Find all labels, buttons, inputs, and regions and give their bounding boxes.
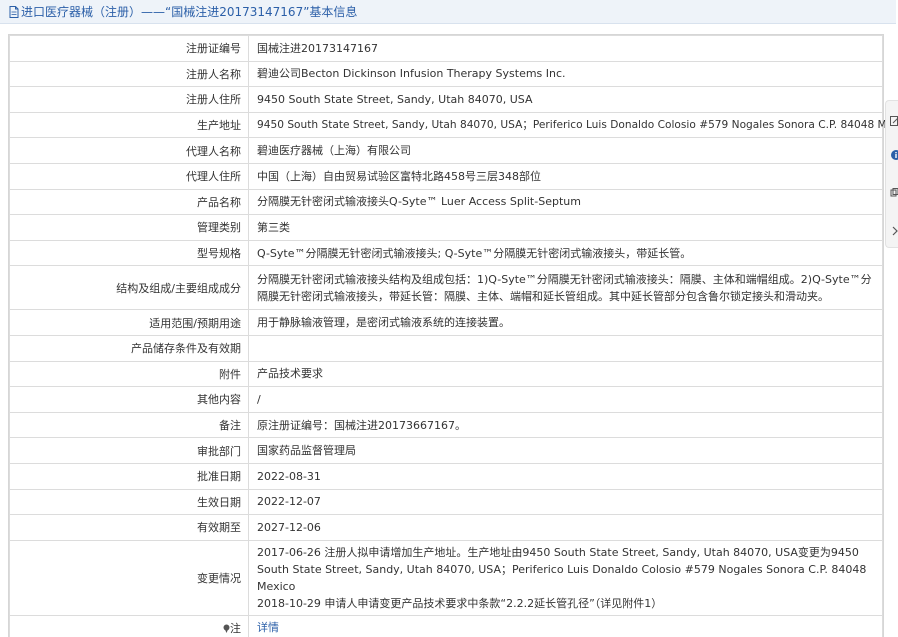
table-row: 变更情况 2017-06-26 注册人拟申请增加生产地址。生产地址由9450 S… (9, 539, 883, 616)
row-value: 2022-08-31 (248, 462, 883, 490)
row-label: 适用范围/预期用途 (9, 309, 249, 336)
detail-panel: 注册证编号 国械注进20173147167 注册人名称 碧迪公司Becton D… (8, 34, 898, 637)
row-label: 注 (9, 614, 249, 637)
document-icon (9, 5, 19, 18)
table-row: 注册人住所 9450 South State Street, Sandy, Ut… (9, 86, 883, 113)
row-label: 备注 (9, 411, 249, 439)
row-value: 分隔膜无针密闭式输液接头结构及组成包括：1)Q-Syte™分隔膜无针密闭式输液接… (248, 265, 883, 311)
table-row: 备注 原注册证编号：国械注进20173667167。 (9, 411, 883, 439)
row-label: 型号规格 (9, 239, 249, 267)
row-label: 产品名称 (9, 188, 249, 216)
row-value: 国家药品监督管理局 (248, 437, 883, 464)
table-row: 生产地址 9450 South State Street, Sandy, Uta… (9, 111, 898, 139)
table-row: 结构及组成/主要组成成分 分隔膜无针密闭式输液接头结构及组成包括：1)Q-Syt… (9, 265, 883, 311)
row-label: 代理人名称 (9, 137, 249, 164)
row-value: Q-Syte™分隔膜无针密闭式输液接头; Q-Syte™分隔膜无针密闭式输液接头… (248, 239, 883, 267)
note-label: 注 (230, 621, 241, 635)
row-label: 其他内容 (9, 386, 249, 413)
row-value: 用于静脉输液管理，是密闭式输液系统的连接装置。 (248, 309, 883, 336)
table-row: 产品储存条件及有效期 (9, 334, 883, 362)
row-value: 国械注进20173147167 (248, 35, 883, 62)
table-row: 其他内容 / (9, 386, 883, 413)
table-row: 审批部门 国家药品监督管理局 (9, 437, 883, 464)
row-label: 注册人住所 (9, 86, 249, 113)
row-value: 原注册证编号：国械注进20173667167。 (248, 411, 883, 439)
row-value: / (248, 386, 883, 413)
pin-icon (223, 624, 230, 633)
row-value: 9450 South State Street, Sandy, Utah 840… (248, 111, 898, 139)
row-label: 代理人住所 (9, 162, 249, 190)
row-label: 产品储存条件及有效期 (9, 334, 249, 362)
row-label: 注册证编号 (9, 35, 249, 62)
row-value: 碧迪医疗器械（上海）有限公司 (248, 137, 883, 164)
table-row: 型号规格 Q-Syte™分隔膜无针密闭式输液接头; Q-Syte™分隔膜无针密闭… (9, 239, 883, 267)
row-value (248, 334, 883, 362)
table-row: 适用范围/预期用途 用于静脉输液管理，是密闭式输液系统的连接装置。 (9, 309, 883, 336)
row-value: 分隔膜无针密闭式输液接头Q-Syte™ Luer Access Split-Se… (248, 188, 883, 216)
row-value: 碧迪公司Becton Dickinson Infusion Therapy Sy… (248, 60, 883, 88)
row-label: 结构及组成/主要组成成分 (9, 265, 249, 311)
row-label: 变更情况 (9, 539, 249, 616)
table-row: 代理人住所 中国（上海）自由贸易试验区富特北路458号三层348部位 (9, 162, 883, 190)
detail-table: 注册证编号 国械注进20173147167 注册人名称 碧迪公司Becton D… (9, 35, 898, 637)
row-label: 批准日期 (9, 462, 249, 490)
table-row: 管理类别 第三类 (9, 214, 883, 241)
table-row: 代理人名称 碧迪医疗器械（上海）有限公司 (9, 137, 883, 164)
edit-icon[interactable] (890, 115, 898, 127)
table-row: 有效期至 2027-12-06 (9, 514, 883, 541)
row-label: 审批部门 (9, 437, 249, 464)
row-label: 有效期至 (9, 514, 249, 541)
table-row: 附件 产品技术要求 (9, 360, 883, 388)
side-toolbar (885, 100, 898, 248)
row-value: 2027-12-06 (248, 514, 883, 541)
page-header: 进口医疗器械（注册）——“国械注进20173147167”基本信息 (0, 0, 896, 24)
change-entry: 2017-06-26 注册人拟申请增加生产地址。生产地址由9450 South … (257, 545, 867, 593)
row-value: 2022-12-07 (248, 488, 883, 516)
table-row: 注册证编号 国械注进20173147167 (9, 35, 883, 62)
row-value: 产品技术要求 (248, 360, 883, 388)
row-value: 中国（上海）自由贸易试验区富特北路458号三层348部位 (248, 162, 883, 190)
row-label: 生效日期 (9, 488, 249, 516)
page-title: 进口医疗器械（注册）——“国械注进20173147167”基本信息 (21, 5, 358, 19)
table-row: 注 详情 (9, 614, 883, 637)
row-label: 附件 (9, 360, 249, 388)
row-label: 管理类别 (9, 214, 249, 241)
chevron-right-icon[interactable] (890, 225, 898, 237)
row-value: 第三类 (248, 214, 883, 241)
table-row: 注册人名称 碧迪公司Becton Dickinson Infusion Ther… (9, 60, 883, 88)
table-row: 批准日期 2022-08-31 (9, 462, 883, 490)
row-value: 9450 South State Street, Sandy, Utah 840… (248, 86, 883, 113)
table-row: 产品名称 分隔膜无针密闭式输液接头Q-Syte™ Luer Access Spl… (9, 188, 883, 216)
row-label: 注册人名称 (9, 60, 249, 88)
details-link[interactable]: 详情 (257, 621, 279, 634)
row-value: 2017-06-26 注册人拟申请增加生产地址。生产地址由9450 South … (248, 539, 883, 616)
change-entry: 2018-10-29 申请人申请变更产品技术要求中条款“2.2.2延长管孔径”（… (257, 596, 663, 610)
info-icon[interactable] (890, 149, 898, 161)
share-icon[interactable] (890, 187, 898, 199)
row-label: 生产地址 (9, 111, 249, 139)
row-value: 详情 (248, 614, 883, 637)
table-row: 生效日期 2022-12-07 (9, 488, 883, 516)
